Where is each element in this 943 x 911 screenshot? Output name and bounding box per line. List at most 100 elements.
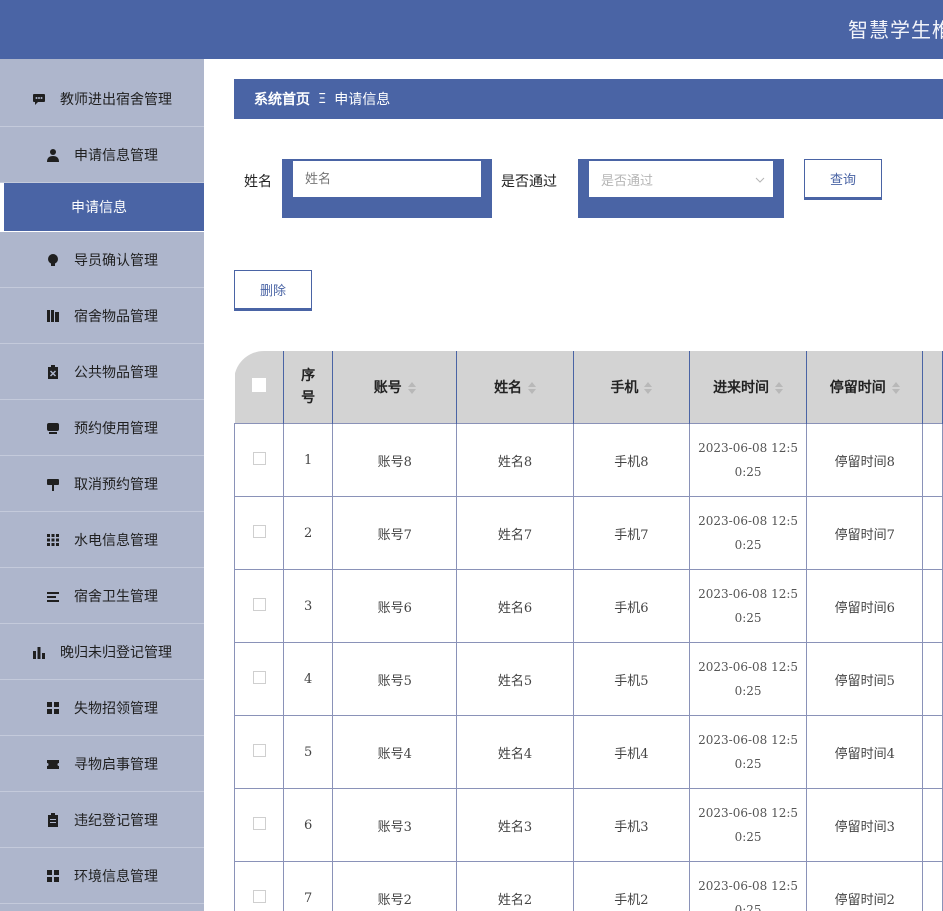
col-header-no: 序号 [283,351,334,424]
cell-no: 2 [283,496,334,570]
pass-select-wrap: 是否通过 [578,159,784,218]
table-row: 6 账号3 姓名3 手机3 2023-06-08 12:5 0:25 停留时间3 [234,788,943,862]
ticket-icon [46,757,60,771]
sidebar-item-utilities[interactable]: 水电信息管理 [0,513,204,568]
cell-name: 姓名8 [456,423,574,497]
sidebar-item-application[interactable]: 申请信息管理 [0,128,204,183]
cell-phone: 手机6 [572,569,691,643]
col-header-entry-time[interactable]: 进来时间 [689,351,808,424]
cell-account: 账号6 [332,569,458,643]
sidebar-item-label: 失物招领管理 [74,701,158,717]
row-checkbox[interactable] [252,524,266,538]
breadcrumb: 系统首页 Ξ 申请信息 [234,79,943,119]
sort-icon[interactable] [891,382,900,394]
cell-no: 1 [283,423,334,497]
cell-stay-time: 停留时间7 [806,496,924,570]
row-checkbox[interactable] [252,451,266,465]
sidebar-item-lost-notice[interactable]: 寻物启事管理 [0,737,204,792]
monitor-icon [46,421,60,435]
cell-entry-time: 2023-06-08 12:5 0:25 [689,861,808,911]
table-row: 4 账号5 姓名5 手机5 2023-06-08 12:5 0:25 停留时间5 [234,642,943,716]
sidebar-item-lost-found[interactable]: 失物招领管理 [0,681,204,736]
row-checkbox[interactable] [252,743,266,757]
row-checkbox[interactable] [252,597,266,611]
sidebar-item-cancel-reservation[interactable]: 取消预约管理 [0,457,204,512]
sidebar: 教师进出宿舍管理 申请信息管理 申请信息 导员确认管理 宿舍物品管理 公共物品管… [0,59,204,911]
select-all-checkbox[interactable] [251,378,266,392]
sidebar-item-dorm-goods[interactable]: 宿舍物品管理 [0,289,204,344]
cell-account: 账号3 [332,788,458,862]
sidebar-item-reservation[interactable]: 预约使用管理 [0,401,204,456]
col-header-name[interactable]: 姓名 [456,351,574,424]
cell-stay-time: 停留时间2 [806,861,924,911]
sort-icon[interactable] [644,382,653,394]
col-header-stay-time[interactable]: 停留时间 [806,351,924,424]
sidebar-subitem-application-info[interactable]: 申请信息 [0,183,204,232]
table-row: 1 账号8 姓名8 手机8 2023-06-08 12:5 0:25 停留时间8 [234,423,943,497]
cell-account: 账号2 [332,861,458,911]
cell-entry-time: 2023-06-08 12:5 0:25 [689,715,808,789]
cell-phone: 手机8 [572,423,691,497]
sidebar-item-label: 预约使用管理 [74,421,158,437]
row-checkbox[interactable] [252,816,266,830]
sort-icon[interactable] [407,382,416,394]
table-row: 7 账号2 姓名2 手机2 2023-06-08 12:5 0:25 停留时间2 [234,861,943,911]
sort-icon[interactable] [528,382,537,394]
cell-stay-time: 停留时间8 [806,423,924,497]
sidebar-item-label: 导员确认管理 [74,253,158,269]
sidebar-item-teacher-dorm[interactable]: 教师进出宿舍管理 [0,72,204,127]
pass-select[interactable]: 是否通过 [589,161,773,197]
col-header-overflow [922,351,943,424]
cell-name: 姓名6 [456,569,574,643]
sidebar-item-label: 违纪登记管理 [74,813,158,829]
sidebar-item-label: 申请信息 [71,200,127,216]
sidebar-item-label: 宿舍物品管理 [74,309,158,325]
cell-stay-time: 停留时间4 [806,715,924,789]
book-icon [46,309,60,323]
sidebar-item-public-goods[interactable]: 公共物品管理 [0,345,204,400]
chat-icon [32,92,46,106]
bar-chart-icon [32,645,46,659]
main-content: 系统首页 Ξ 申请信息 姓名 是否通过 是否通过 查询 删除 序号 账号 姓名 [204,59,943,911]
select-all-cell [234,351,285,424]
cell-name: 姓名5 [456,642,574,716]
cell-account: 账号7 [332,496,458,570]
lightbulb-icon [46,253,60,267]
data-table: 序号 账号 姓名 手机 进来时间 停留时间 1 账号8 姓名8 手机8 2023… [234,351,943,911]
breadcrumb-home[interactable]: 系统首页 [254,89,310,109]
delete-button[interactable]: 删除 [234,270,312,309]
query-button[interactable]: 查询 [804,159,882,198]
app-title: 智慧学生椎 [848,18,943,42]
breadcrumb-current: 申请信息 [334,92,391,108]
cell-entry-time: 2023-06-08 12:5 0:25 [689,642,808,716]
col-header-phone[interactable]: 手机 [573,351,691,424]
cell-entry-time: 2023-06-08 12:5 0:25 [689,423,808,497]
row-checkbox[interactable] [252,670,266,684]
cell-account: 账号4 [332,715,458,789]
table-header-row: 序号 账号 姓名 手机 进来时间 停留时间 [234,351,943,424]
chevron-down-icon [755,172,765,187]
pass-select-placeholder: 是否通过 [601,173,654,189]
sidebar-item-label: 公共物品管理 [74,365,158,381]
sidebar-item-label: 取消预约管理 [74,477,158,493]
name-filter-label: 姓名 [244,174,272,190]
sort-icon[interactable] [775,382,784,394]
name-input[interactable] [293,161,481,197]
sidebar-item-discipline[interactable]: 违纪登记管理 [0,793,204,848]
cell-account: 账号5 [332,642,458,716]
cell-entry-time: 2023-06-08 12:5 0:25 [689,569,808,643]
cell-entry-time: 2023-06-08 12:5 0:25 [689,496,808,570]
sidebar-item-label: 晚归未归登记管理 [60,645,172,661]
sidebar-item-late-return[interactable]: 晚归未归登记管理 [0,625,204,680]
cell-name: 姓名4 [456,715,574,789]
cell-stay-time: 停留时间5 [806,642,924,716]
col-header-account[interactable]: 账号 [332,351,458,424]
row-checkbox[interactable] [252,889,266,903]
cell-phone: 手机3 [572,788,691,862]
sidebar-item-environment[interactable]: 环境信息管理 [0,849,204,904]
table-row: 2 账号7 姓名7 手机7 2023-06-08 12:5 0:25 停留时间7 [234,496,943,570]
top-bar: 智慧学生椎 [0,0,943,59]
cell-no: 7 [283,861,334,911]
sidebar-item-counselor-confirm[interactable]: 导员确认管理 [0,233,204,288]
sidebar-item-hygiene[interactable]: 宿舍卫生管理 [0,569,204,624]
